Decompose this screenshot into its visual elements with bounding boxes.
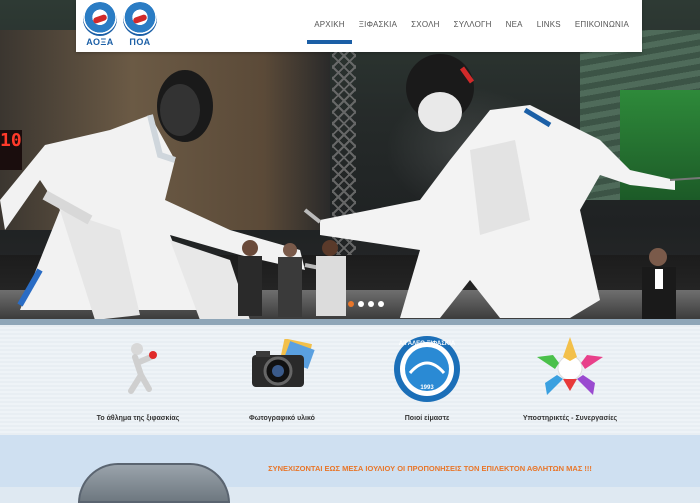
news-image-frame[interactable] xyxy=(78,463,230,503)
announcement-text[interactable]: ΣΥΝΕΧΙΖΟΝΤΑΙ ΕΩΣ ΜΕΣΑ ΙΟΥΛΙΟΥ ΟΙ ΠΡΟΠΟΝΗ… xyxy=(220,463,640,475)
slider-dot[interactable] xyxy=(368,301,374,307)
nav-item-contact[interactable]: ΕΠΙΚΟΙΝΩΝΙΑ xyxy=(568,20,636,44)
nav-item-fencing[interactable]: ΞΙΦΑΣΚΙΑ xyxy=(352,20,404,44)
nav-item-club[interactable]: ΣΥΛΛΟΓΗ xyxy=(447,20,499,44)
feature-label: Φωτογραφικό υλικό xyxy=(249,415,315,422)
logo-text: ΠΟΑ xyxy=(129,37,151,47)
content-area: ΣΥΝΕΧΙΖΟΝΤΑΙ ΕΩΣ ΜΕΣΑ ΙΟΥΛΙΟΥ ΟΙ ΠΡΟΠΟΝΗ… xyxy=(0,435,700,503)
feature-label: Το άθλημα της ξιφασκίας xyxy=(96,415,180,422)
feature-about[interactable]: ΑΙΓΑΛΕΩ ΞΙΦΑΣΚΙΑ 1993 Ποιοί είμαστε xyxy=(357,325,497,435)
header-bar: ΑΟΞΑ ΠΟΑ ΑΡΧΙΚΗ ΞΙΦΑΣΚΙΑ ΣΧΟΛΗ ΣΥΛΛΟΓΗ Ν… xyxy=(76,0,642,52)
slider-dot[interactable] xyxy=(348,301,354,307)
logo-emblem-icon xyxy=(83,2,117,36)
logo-aoxa[interactable]: ΑΟΞΑ xyxy=(80,2,120,47)
slider-dot[interactable] xyxy=(378,301,384,307)
feature-photos[interactable]: Φωτογραφικό υλικό xyxy=(212,325,352,435)
logo-text: ΑΟΞΑ xyxy=(86,37,114,47)
feature-label: Υποστηρικτές - Συνεργασίες xyxy=(522,415,618,422)
feature-label: Ποιοί είμαστε xyxy=(404,415,450,422)
slider-dots xyxy=(348,301,384,307)
nav-item-news[interactable]: ΝΕΑ xyxy=(499,20,530,44)
emblem-text: ΑΙΓΑΛΕΩ ΞΙΦΑΣΚΙΑ xyxy=(399,341,456,347)
feature-sport[interactable]: Το άθλημα της ξιφασκίας xyxy=(68,325,208,435)
camera-icon xyxy=(252,339,315,387)
club-emblem-icon: ΑΙΓΑΛΕΩ ΞΙΦΑΣΚΙΑ 1993 xyxy=(394,336,460,402)
emblem-year: 1993 xyxy=(420,385,434,391)
referee-image xyxy=(642,248,676,319)
partners-star-icon xyxy=(537,337,603,395)
main-menu: ΑΡΧΙΚΗ ΞΙΦΑΣΚΙΑ ΣΧΟΛΗ ΣΥΛΛΟΓΗ ΝΕΑ LINKS … xyxy=(307,20,636,44)
features-strip: Το άθλημα της ξιφασκίας Φωτογραφικό υλικ… xyxy=(0,325,700,435)
nav-item-school[interactable]: ΣΧΟΛΗ xyxy=(404,20,446,44)
nav-item-links[interactable]: LINKS xyxy=(530,20,568,44)
slider-dot[interactable] xyxy=(358,301,364,307)
logo-poa[interactable]: ΠΟΑ xyxy=(120,2,160,47)
logo-emblem-icon xyxy=(123,2,157,36)
fencer-figure-icon xyxy=(128,343,157,394)
feature-partners[interactable]: Υποστηρικτές - Συνεργασίες xyxy=(500,325,640,435)
nav-item-home[interactable]: ΑΡΧΙΚΗ xyxy=(307,20,352,44)
